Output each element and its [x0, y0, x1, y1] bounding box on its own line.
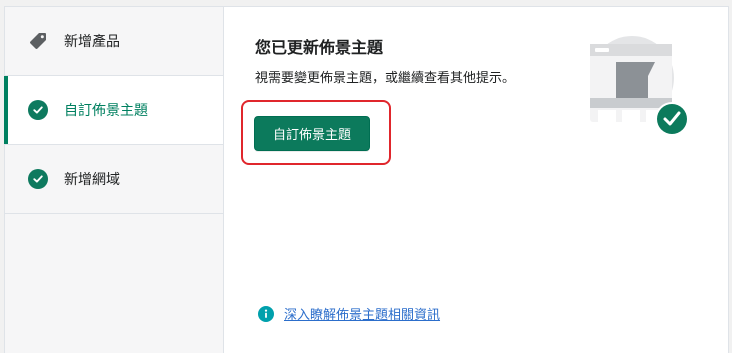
tag-icon [28, 31, 48, 51]
learn-more-link[interactable]: 深入瞭解佈景主題相關資訊 [284, 304, 440, 323]
customize-theme-button[interactable]: 自訂佈景主題 [254, 116, 370, 151]
check-circle-icon [28, 169, 48, 189]
learn-more-row: 深入瞭解佈景主題相關資訊 [258, 304, 440, 323]
sidebar-item-customize-theme[interactable]: 自訂佈景主題 [4, 76, 223, 145]
main-panel: 您已更新佈景主題 視需要變更佈景主題，或繼續查看其他提示。 自訂佈景主題 深入瞭… [224, 7, 728, 353]
sidebar-item-add-products[interactable]: 新增產品 [5, 7, 223, 76]
sidebar-item-label: 自訂佈景主題 [64, 103, 148, 119]
sidebar: 新增產品 自訂佈景主題 新增網域 [4, 7, 224, 353]
info-icon [258, 305, 274, 322]
theme-updated-illustration [590, 36, 700, 136]
page-title: 您已更新佈景主題 [255, 38, 384, 57]
sidebar-item-label: 新增產品 [64, 34, 120, 50]
onboarding-card: 新增產品 自訂佈景主題 新增網域 您已更新佈景主題 視需要變更佈景主題，或繼續查… [4, 6, 729, 353]
description-text: 視需要變更佈景主題，或繼續查看其他提示。 [255, 71, 516, 86]
sidebar-item-label: 新增網域 [64, 172, 120, 188]
check-circle-icon [28, 100, 48, 120]
sidebar-item-add-domain[interactable]: 新增網域 [5, 145, 223, 214]
